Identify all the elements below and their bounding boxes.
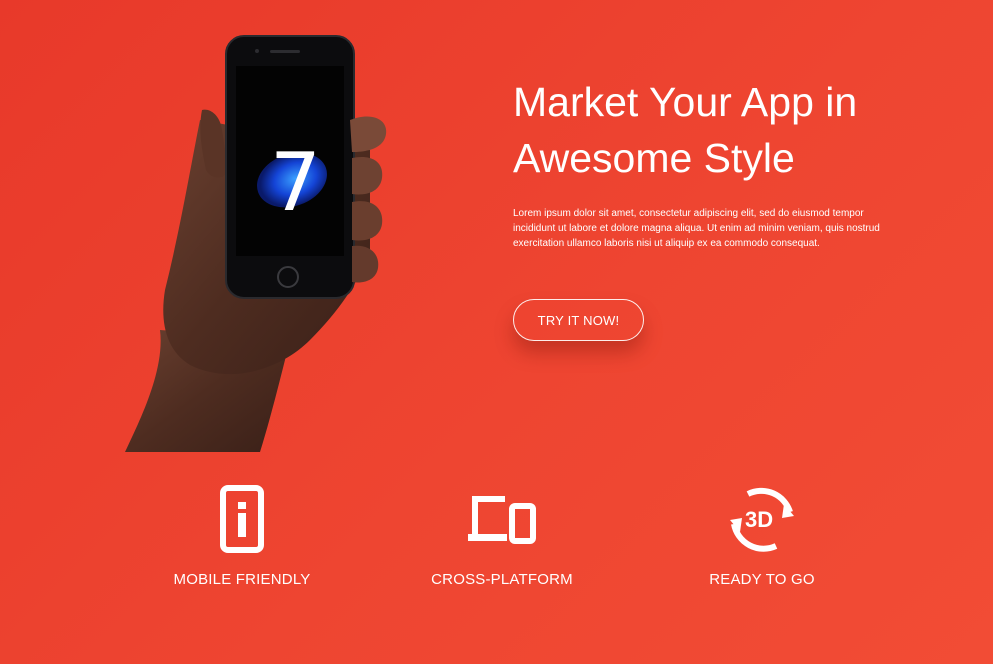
mobile-info-icon [220,485,264,553]
hero-description: Lorem ipsum dolor sit amet, consectetur … [513,208,880,249]
feature-ready-to-go: 3D READY TO GO [652,482,872,588]
feature-label: READY TO GO [709,571,815,588]
hero-heading: Market Your App in Awesome Style [513,74,953,186]
hero-heading-line-1: Market Your App in [513,79,858,125]
feature-label: CROSS-PLATFORM [431,571,573,588]
try-it-now-button[interactable]: TRY IT NOW! [513,299,644,341]
hand-holding-phone-image: 7 [125,35,387,452]
phone-screen-digit: 7 [270,136,321,229]
feature-cross-platform: CROSS-PLATFORM [392,482,612,588]
rotate-3d-icon: 3D [730,487,794,552]
feature-label: MOBILE FRIENDLY [173,571,311,588]
cross-platform-devices-icon [468,496,536,544]
hero-heading-line-2: Awesome Style [513,135,795,181]
feature-mobile-friendly: MOBILE FRIENDLY [132,482,352,588]
3d-icon-text: 3D [745,507,773,532]
